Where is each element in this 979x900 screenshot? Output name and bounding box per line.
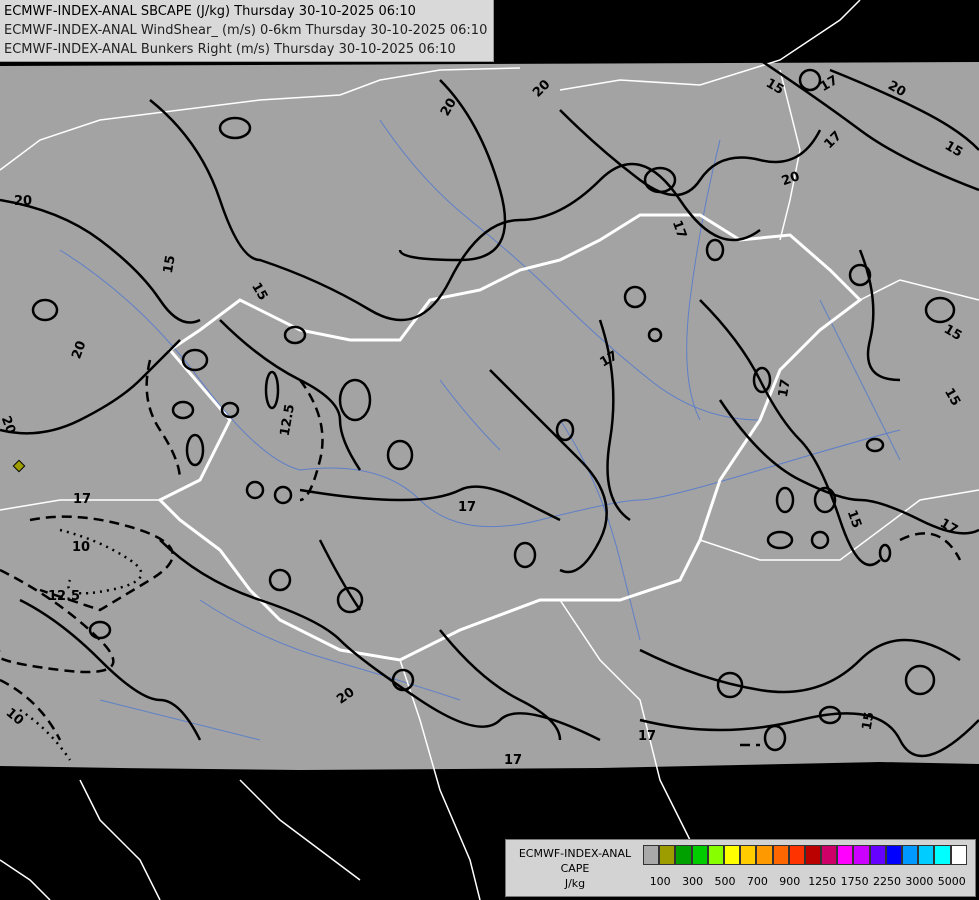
legend-swatch bbox=[918, 845, 935, 865]
legend-tick-label: 100 bbox=[649, 875, 671, 888]
legend-swatch bbox=[740, 845, 757, 865]
legend-swatch bbox=[869, 845, 886, 865]
legend-tick-label: 300 bbox=[682, 875, 704, 888]
legend-unit: J/kg bbox=[564, 877, 586, 890]
cape-legend: ECMWF-INDEX-ANAL CAPE J/kg 100 300 500 700 9… bbox=[505, 839, 976, 897]
legend-color-scale bbox=[643, 845, 967, 865]
legend-swatch bbox=[804, 845, 822, 865]
title-windshear: ECMWF-INDEX-ANAL WindShear_ (m/s) 0-6km … bbox=[4, 23, 488, 38]
legend-tick-label: 2250 bbox=[873, 875, 901, 888]
weather-map[interactable]: 20 20 20 20 20 20 20 20 17 17 17 17 17 1… bbox=[0, 0, 979, 900]
legend-swatch bbox=[788, 845, 805, 865]
legend-swatch bbox=[853, 845, 870, 865]
legend-swatch bbox=[756, 845, 773, 865]
contour-label: 10 bbox=[72, 540, 90, 555]
legend-model: ECMWF-INDEX-ANAL bbox=[518, 847, 632, 860]
legend-tick-label: 900 bbox=[779, 875, 801, 888]
contour-label: 17 bbox=[504, 753, 522, 768]
legend-tick-label: 5000 bbox=[937, 875, 966, 888]
legend-parameter: CAPE bbox=[560, 862, 590, 875]
legend-title: ECMWF-INDEX-ANAL CAPE J/kg bbox=[508, 846, 642, 891]
legend-tick-label: 3000 bbox=[905, 875, 934, 888]
legend-tick-label: 500 bbox=[714, 875, 736, 888]
legend-tick-label: 1750 bbox=[840, 875, 869, 888]
legend-swatch bbox=[934, 845, 951, 865]
legend-swatch bbox=[659, 845, 676, 865]
legend-tick-labels: 100 300 500 700 900 1250 1750 2250 3000 5000 bbox=[646, 875, 976, 889]
legend-swatch bbox=[723, 845, 741, 865]
legend-swatch bbox=[885, 845, 902, 865]
legend-swatch bbox=[691, 845, 708, 865]
legend-swatch bbox=[675, 845, 692, 865]
contour-label: 17 bbox=[638, 729, 656, 744]
legend-swatch bbox=[643, 845, 660, 865]
contour-label: 17 bbox=[776, 378, 794, 398]
legend-tick-label: 1250 bbox=[808, 875, 837, 888]
contour-label: 12.5 bbox=[48, 589, 80, 604]
contour-label: 15 bbox=[860, 711, 878, 731]
map-title-block: ECMWF-INDEX-ANAL SBCAPE (J/kg) Thursday … bbox=[0, 0, 495, 62]
legend-swatch bbox=[837, 845, 854, 865]
legend-swatch bbox=[950, 845, 967, 865]
contour-label: 17 bbox=[458, 500, 476, 515]
cape-data-domain bbox=[0, 62, 979, 770]
legend-tick-label: 700 bbox=[746, 875, 768, 888]
legend-swatch bbox=[821, 845, 838, 865]
contour-label: 17 bbox=[73, 492, 91, 507]
title-bunkers: ECMWF-INDEX-ANAL Bunkers Right (m/s) Thu… bbox=[4, 42, 456, 57]
legend-swatch bbox=[707, 845, 724, 865]
contour-label: 20 bbox=[14, 194, 32, 209]
contour-label: 15 bbox=[161, 254, 179, 274]
title-sbcape: ECMWF-INDEX-ANAL SBCAPE (J/kg) Thursday … bbox=[4, 4, 416, 19]
legend-swatch bbox=[902, 845, 919, 865]
legend-swatch bbox=[772, 845, 789, 865]
